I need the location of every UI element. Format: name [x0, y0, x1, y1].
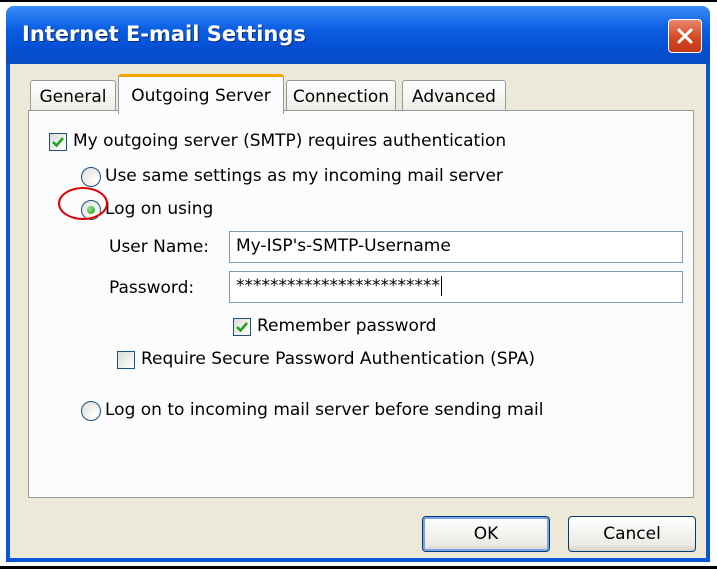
outgoing-server-panel: My outgoing server (SMTP) requires authe… [28, 110, 694, 498]
tab-general[interactable]: General [30, 80, 116, 112]
requires-auth-checkbox[interactable] [49, 133, 67, 151]
cancel-button[interactable]: Cancel [568, 516, 696, 552]
tab-advanced[interactable]: Advanced [402, 80, 506, 112]
tab-general-label: General [39, 86, 107, 107]
password-value: ************************ [236, 276, 440, 296]
remember-password-label: Remember password [257, 316, 437, 336]
title-bar[interactable]: Internet E-mail Settings [6, 6, 710, 64]
username-value: My-ISP's-SMTP-Username [236, 236, 451, 256]
username-input[interactable]: My-ISP's-SMTP-Username [229, 231, 683, 263]
checkmark-icon [52, 137, 64, 148]
spa-label: Require Secure Password Authentication (… [141, 349, 535, 369]
close-button[interactable] [668, 19, 702, 53]
requires-auth-label: My outgoing server (SMTP) requires authe… [73, 131, 507, 151]
password-input[interactable]: ************************ [229, 271, 683, 303]
spa-checkbox[interactable] [117, 351, 135, 369]
log-on-using-label: Log on using [105, 199, 214, 219]
close-icon [677, 28, 693, 44]
ok-button[interactable]: OK [422, 516, 550, 552]
tab-advanced-label: Advanced [412, 86, 496, 107]
password-label: Password: [109, 278, 195, 298]
dialog-body: General Outgoing Server Connection Advan… [10, 64, 706, 558]
same-settings-label: Use same settings as my incoming mail se… [105, 166, 503, 186]
window-title: Internet E-mail Settings [22, 22, 306, 46]
checkmark-icon [236, 322, 248, 333]
frame-top-line [0, 0, 717, 2]
tab-connection-label: Connection [292, 86, 390, 107]
tab-outgoing-server[interactable]: Outgoing Server [118, 74, 284, 114]
username-label: User Name: [109, 237, 210, 257]
same-settings-radio[interactable] [81, 167, 101, 187]
tab-outgoing-server-label: Outgoing Server [131, 85, 271, 106]
highlight-ring [58, 187, 108, 220]
dialog-window: Internet E-mail Settings General Outgoin… [6, 6, 710, 562]
remember-password-checkbox[interactable] [233, 318, 251, 336]
incoming-first-label: Log on to incoming mail server before se… [105, 400, 544, 420]
tab-connection[interactable]: Connection [286, 80, 396, 112]
text-caret [441, 276, 442, 296]
incoming-first-radio[interactable] [81, 401, 101, 421]
